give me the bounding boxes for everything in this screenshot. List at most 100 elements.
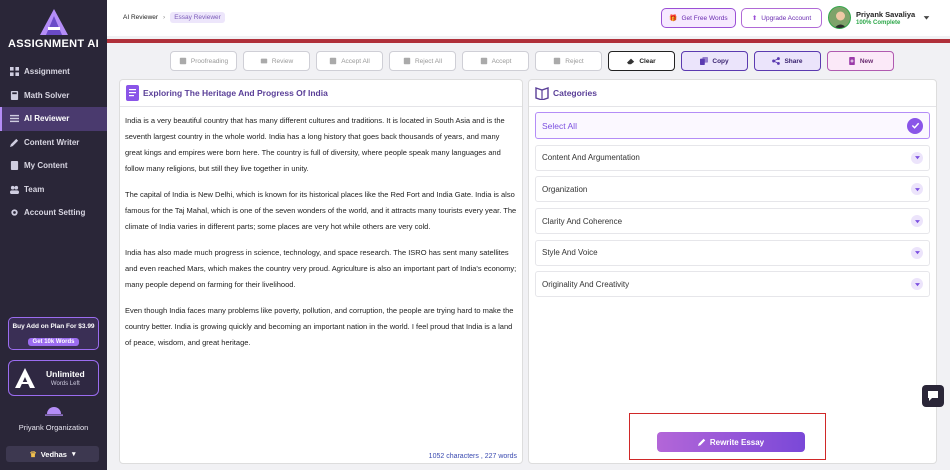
share-button[interactable]: Share <box>754 51 821 71</box>
essay-panel: Exploring The Heritage And Progress Of I… <box>119 79 523 464</box>
sidebar-item-account-setting[interactable]: Account Setting <box>0 201 107 225</box>
accept-all-label: Accept All <box>341 57 370 65</box>
sidebar-item-label: Team <box>24 184 45 194</box>
folder-icon <box>10 161 19 171</box>
sidebar-item-label: Assignment <box>24 67 70 77</box>
copy-label: Copy <box>712 57 729 65</box>
category-content-and-argumentation[interactable]: Content And Argumentation <box>535 144 930 171</box>
rewrite-essay-label: Rewrite Essay <box>709 437 765 447</box>
review-toolbar: Proofreading Review Accept All Reject Al… <box>170 51 900 71</box>
pen-icon <box>10 138 19 147</box>
calculator-icon <box>10 90 19 100</box>
essay-paragraph: The capital of India is New Delhi, which… <box>125 190 517 231</box>
sidebar-item-my-content[interactable]: My Content <box>0 154 107 178</box>
document-icon <box>126 85 139 101</box>
essay-paragraph: Even though India faces many problems li… <box>125 306 514 347</box>
review-icon <box>260 58 268 64</box>
sidebar-nav: Assignment Math Solver AI Reviewer Conte… <box>0 60 107 225</box>
chevron-down-icon <box>911 183 923 196</box>
user-photo-icon <box>829 7 850 28</box>
grid-icon <box>10 67 19 77</box>
copy-icon <box>700 57 709 65</box>
proofreading-icon <box>179 57 187 65</box>
get-free-words-label: Get Free Words <box>681 14 728 22</box>
rewrite-essay-button[interactable]: Rewrite Essay <box>657 432 805 452</box>
word-count: 1052 characters , 227 words <box>428 453 517 460</box>
sidebar-item-team[interactable]: Team <box>0 178 107 202</box>
progress-line <box>107 39 950 43</box>
brand-name: ASSIGNMENT AI <box>8 38 99 50</box>
reject-all-label: Reject All <box>414 57 443 65</box>
essay-editor[interactable]: India is a very beautiful country that h… <box>120 107 522 447</box>
categories-header: Categories <box>529 80 936 107</box>
upgrade-account-button[interactable]: ⬆ Upgrade Account <box>741 8 822 28</box>
accept-all-icon <box>330 57 337 65</box>
sidebar-item-label: Math Solver <box>24 90 70 100</box>
profile-completion: 100% Complete <box>856 19 901 26</box>
review-label: Review <box>271 57 294 65</box>
rewrite-highlight-box: Rewrite Essay <box>629 413 826 460</box>
chevron-down-icon <box>911 278 923 291</box>
category-label: Style And Voice <box>542 248 598 258</box>
category-clarity-and-coherence[interactable]: Clarity And Coherence <box>535 208 930 235</box>
breadcrumb-essay-reviewer: Essay Reviewer <box>170 12 225 23</box>
breadcrumb-separator: › <box>163 14 166 21</box>
chevron-down-icon <box>911 215 923 228</box>
essay-title: Exploring The Heritage And Progress Of I… <box>143 88 328 98</box>
accept-all-button[interactable]: Accept All <box>316 51 383 71</box>
top-bar: AI Reviewer › Essay Reviewer 🎁 Get Free … <box>107 0 950 36</box>
reject-all-icon <box>403 57 411 65</box>
chat-icon <box>928 391 938 401</box>
assignment-ai-logo-icon <box>39 9 68 35</box>
assignment-ai-logo-icon <box>15 368 35 388</box>
review-button[interactable]: Review <box>243 51 310 71</box>
proofreading-button[interactable]: Proofreading <box>170 51 237 71</box>
new-button[interactable]: New <box>827 51 894 71</box>
brand-logo[interactable]: ASSIGNMENT AI <box>0 8 107 50</box>
sidebar-item-math-solver[interactable]: Math Solver <box>0 84 107 108</box>
accept-label: Accept <box>491 57 512 65</box>
accept-icon <box>480 57 487 65</box>
category-label: Originality And Creativity <box>542 279 630 289</box>
chevron-down-icon <box>911 151 923 164</box>
book-icon <box>535 87 549 100</box>
chevron-down-icon <box>923 16 930 20</box>
avatar <box>828 6 851 29</box>
category-organization[interactable]: Organization <box>535 176 930 203</box>
plan-title: Unlimited <box>46 369 85 379</box>
check-icon <box>907 117 923 134</box>
workspace-selector[interactable]: ♛ Vedhas ▾ <box>6 446 99 462</box>
sidebar-item-ai-reviewer[interactable]: AI Reviewer <box>0 107 107 131</box>
organization: Priyank Organization <box>0 403 107 432</box>
category-list: Select All Content And Argumentation Org… <box>529 107 936 298</box>
sidebar-item-content-writer[interactable]: Content Writer <box>0 131 107 155</box>
organization-name: Priyank Organization <box>18 423 89 432</box>
sidebar-item-assignment[interactable]: Assignment <box>0 60 107 84</box>
get-free-words-button[interactable]: 🎁 Get Free Words <box>661 8 736 28</box>
clear-button[interactable]: Clear <box>608 51 675 71</box>
get-10k-words-button[interactable]: Get 10k Words <box>27 338 80 346</box>
sidebar-item-label: Content Writer <box>24 137 80 147</box>
share-label: Share <box>784 57 803 65</box>
user-menu[interactable]: Priyank Savaliya 100% Complete <box>828 6 930 29</box>
categories-title: Categories <box>553 88 597 98</box>
category-originality-and-creativity[interactable]: Originality And Creativity <box>535 271 930 298</box>
sunrise-icon <box>44 407 63 416</box>
category-select-all[interactable]: Select All <box>535 112 930 139</box>
category-style-and-voice[interactable]: Style And Voice <box>535 239 930 266</box>
reject-button[interactable]: Reject <box>535 51 602 71</box>
copy-button[interactable]: Copy <box>681 51 748 71</box>
category-label: Clarity And Coherence <box>542 216 623 226</box>
crown-icon: ♛ <box>29 449 37 459</box>
breadcrumb-ai-reviewer[interactable]: AI Reviewer <box>123 14 158 21</box>
upgrade-icon: ⬆ <box>751 15 758 22</box>
category-label: Organization <box>542 184 588 194</box>
plan-card: Unlimited Words Left <box>8 360 99 396</box>
sidebar: ASSIGNMENT AI Assignment Math Solver AI … <box>0 0 107 470</box>
addon-promo[interactable]: Buy Add on Plan For $3.99 Get 10k Words <box>8 317 99 350</box>
chat-support-button[interactable] <box>922 385 944 407</box>
category-label: Content And Argumentation <box>542 153 640 163</box>
team-icon <box>10 185 19 194</box>
accept-button[interactable]: Accept <box>462 51 529 71</box>
reject-all-button[interactable]: Reject All <box>389 51 456 71</box>
